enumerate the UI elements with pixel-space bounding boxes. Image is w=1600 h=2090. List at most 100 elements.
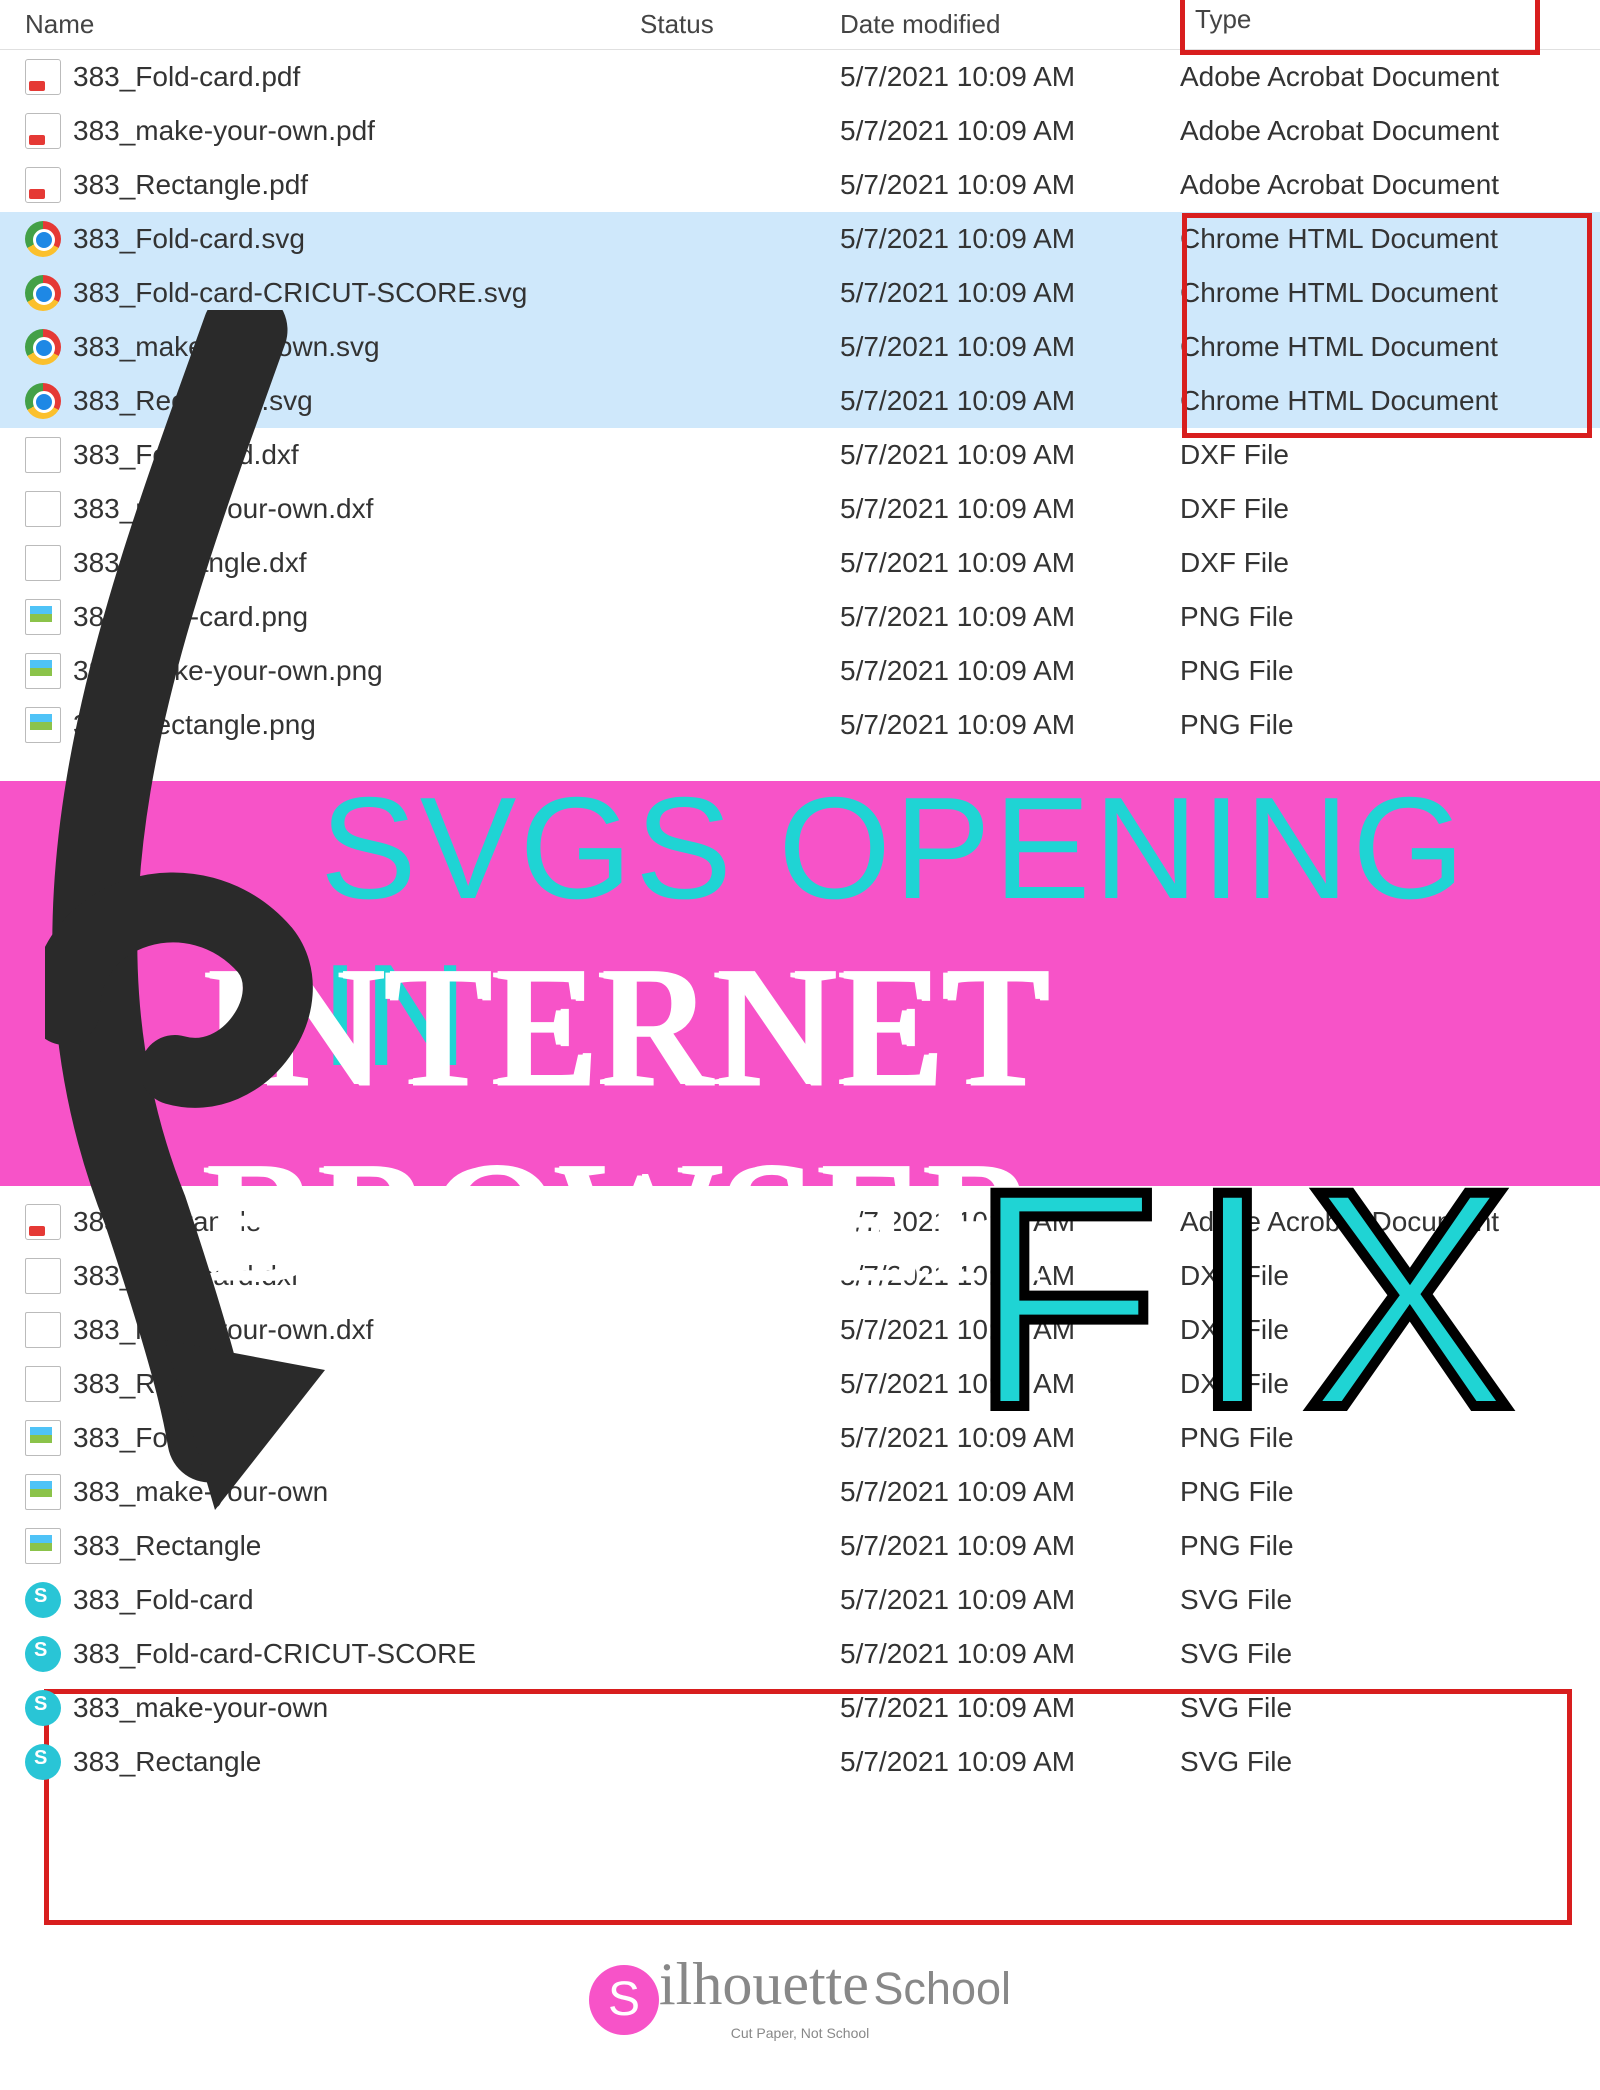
file-icon: [25, 437, 61, 473]
image-icon: [25, 1474, 61, 1510]
file-date: 5/7/2021 10:09 AM: [840, 655, 1180, 687]
file-name: 383_Fold-card: [73, 1422, 640, 1454]
file-row[interactable]: 383_Rectangle.pdf5/7/2021 10:09 AMAdobe …: [0, 158, 1600, 212]
file-type: PNG File: [1180, 655, 1600, 687]
file-name: 383_Rectangle.svg: [73, 385, 640, 417]
logo-tagline: Cut Paper, Not School: [0, 2025, 1600, 2041]
file-name: 383_Fold-card.pdf: [73, 61, 640, 93]
column-headers: Name Status Date modified Type: [0, 0, 1600, 50]
file-name: 383_Rectangle.pdf: [73, 169, 640, 201]
file-date: 5/7/2021 10:09 AM: [840, 1530, 1180, 1562]
chrome-icon: [25, 221, 61, 257]
file-icon: [25, 491, 61, 527]
header-status[interactable]: Status: [640, 9, 840, 40]
file-type: SVG File: [1180, 1584, 1600, 1616]
highlight-chrome-types: [1182, 213, 1592, 438]
file-date: 5/7/2021 10:09 AM: [840, 547, 1180, 579]
pdf-icon: [25, 1204, 61, 1240]
file-date: 5/7/2021 10:09 AM: [840, 1692, 1180, 1724]
image-icon: [25, 1528, 61, 1564]
file-date: 5/7/2021 10:09 AM: [840, 493, 1180, 525]
file-type: Adobe Acrobat Document: [1180, 115, 1600, 147]
file-name: 383_Fold-card.dxf: [73, 439, 640, 471]
logo-sub: School: [873, 1963, 1011, 2014]
file-row[interactable]: 383_make-your-own.png 5/7/2021 10:09 AMPN…: [0, 644, 1600, 698]
file-row[interactable]: 383_Fold-card 5/7/2021 10:09 AMSVG File: [0, 1573, 1600, 1627]
svg-icon: [25, 1582, 61, 1618]
file-type: SVG File: [1180, 1692, 1600, 1724]
image-icon: [25, 707, 61, 743]
file-type: SVG File: [1180, 1746, 1600, 1778]
file-name: 383_Fold-card.svg: [73, 223, 640, 255]
file-date: 5/7/2021 10:09 AM: [840, 277, 1180, 309]
file-row[interactable]: 383_Fold-card-CRICUT-SCORE5/7/2021 10:09…: [0, 1627, 1600, 1681]
file-name: 383_Rectangle: [73, 1746, 640, 1778]
chrome-icon: [25, 383, 61, 419]
pdf-icon: [25, 167, 61, 203]
banner-line3: FIX: [970, 1120, 1542, 1477]
file-date: 5/7/2021 10:09 AM: [840, 385, 1180, 417]
file-type: DXF File: [1180, 547, 1600, 579]
svg-icon: [25, 1744, 61, 1780]
file-date: 5/7/2021 10:09 AM: [840, 439, 1180, 471]
file-row[interactable]: 383_Rectangle.dxf5/7/2021 10:09 AMDXF Fi…: [0, 536, 1600, 590]
header-date[interactable]: Date modified: [840, 9, 1180, 40]
svg-icon: [25, 1636, 61, 1672]
file-date: 5/7/2021 10:09 AM: [840, 223, 1180, 255]
file-name: 383_Fold-card-CRICUT-SCORE: [73, 1638, 640, 1670]
file-name: 383_Fold-card.png: [73, 601, 640, 633]
file-row[interactable]: 383_make-your-own.dxf 5/7/2021 10:09 AMDX…: [0, 482, 1600, 536]
chrome-icon: [25, 329, 61, 365]
file-type: PNG File: [1180, 709, 1600, 741]
file-name: 383_Rectangle.dxf: [73, 1368, 640, 1400]
file-name: 383_make-your-own.svg: [73, 331, 640, 363]
file-name: 383_make-your-own.png: [73, 655, 640, 687]
file-date: 5/7/2021 10:09 AM: [840, 169, 1180, 201]
file-row[interactable]: 383_make-your-own.pdf 5/7/2021 10:09 AMAd…: [0, 104, 1600, 158]
image-icon: [25, 1420, 61, 1456]
file-date: 5/7/2021 10:09 AM: [840, 115, 1180, 147]
file-date: 5/7/2021 10:09 AM: [840, 1476, 1180, 1508]
file-name: 383_Rectangle.png: [73, 709, 640, 741]
file-name: 383_Fold-card: [73, 1584, 640, 1616]
file-icon: [25, 1258, 61, 1294]
file-type: SVG File: [1180, 1638, 1600, 1670]
file-icon: [25, 1312, 61, 1348]
file-date: 5/7/2021 10:09 AM: [840, 1746, 1180, 1778]
chrome-icon: [25, 275, 61, 311]
file-type: DXF File: [1180, 439, 1600, 471]
pdf-icon: [25, 113, 61, 149]
image-icon: [25, 599, 61, 635]
file-name: 383_Fold-card-CRICUT-SCORE.svg: [73, 277, 640, 309]
logo-brand: ilhouette: [659, 1951, 869, 2017]
file-name: 383_make-your-own: [73, 1692, 640, 1724]
file-row[interactable]: 383_Fold-card.pdf 5/7/2021 10:09 AMAdobe …: [0, 50, 1600, 104]
file-icon: [25, 545, 61, 581]
svg-icon: [25, 1690, 61, 1726]
file-row[interactable]: 383_make-your-own 5/7/2021 10:09 AMSVG Fi…: [0, 1681, 1600, 1735]
file-date: 5/7/2021 10:09 AM: [840, 709, 1180, 741]
file-row[interactable]: 383_Rectangle.png 5/7/2021 10:09 AMPNG Fi…: [0, 698, 1600, 752]
file-type: PNG File: [1180, 1476, 1600, 1508]
file-type: PNG File: [1180, 601, 1600, 633]
header-name[interactable]: Name: [0, 9, 640, 40]
file-row[interactable]: 383_Rectangle 5/7/2021 10:09 AMPNG File: [0, 1519, 1600, 1573]
logo-initial: S: [589, 1965, 659, 2035]
header-type[interactable]: Type: [1180, 2, 1600, 47]
file-name: 383_make-your-own: [73, 1476, 640, 1508]
file-date: 5/7/2021 10:09 AM: [840, 1584, 1180, 1616]
file-name: 383_make-your-own.pdf: [73, 115, 640, 147]
file-date: 5/7/2021 10:09 AM: [840, 601, 1180, 633]
file-row[interactable]: 383_Fold-card.png 5/7/2021 10:09 AMPNG Fi…: [0, 590, 1600, 644]
file-date: 5/7/2021 10:09 AM: [840, 61, 1180, 93]
file-name: 383_Rectangle: [73, 1530, 640, 1562]
logo: Silhouette School Cut Paper, Not School: [0, 1950, 1600, 2041]
file-type: DXF File: [1180, 493, 1600, 525]
file-row[interactable]: 383_Rectangle 5/7/2021 10:09 AMSVG File: [0, 1735, 1600, 1789]
file-date: 5/7/2021 10:09 AM: [840, 331, 1180, 363]
file-type: PNG File: [1180, 1530, 1600, 1562]
file-name: 383_make-your-own.dxf: [73, 493, 640, 525]
file-type: Adobe Acrobat Document: [1180, 61, 1600, 93]
file-icon: [25, 1366, 61, 1402]
pdf-icon: [25, 59, 61, 95]
